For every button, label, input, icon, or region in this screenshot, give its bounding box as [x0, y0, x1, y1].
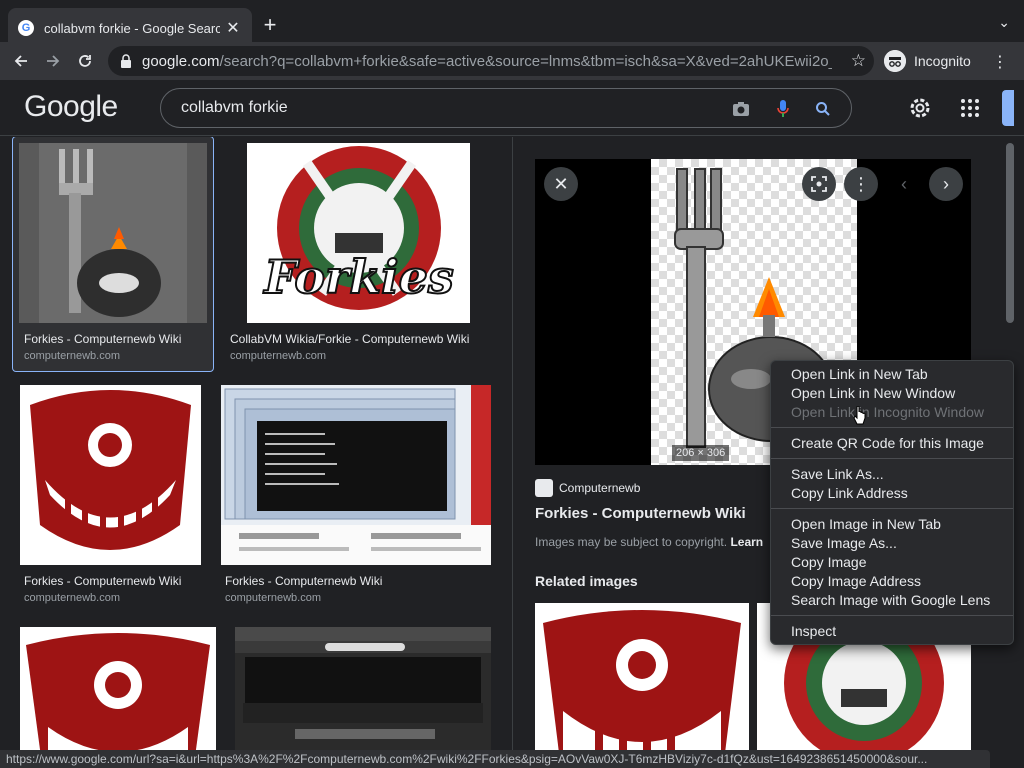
- mouse-cursor-icon: [853, 406, 866, 425]
- google-favicon-icon: G: [18, 20, 34, 36]
- windows-screenshot-thumbnail[interactable]: [221, 385, 491, 565]
- tab-title: collabvm forkie - Google Search: [44, 20, 220, 36]
- menu-separator: [771, 427, 1013, 428]
- preview-source-name[interactable]: Computernewb: [559, 481, 640, 495]
- context-menu-item[interactable]: Copy Image Address: [771, 572, 1013, 591]
- forward-arrow-icon[interactable]: [42, 50, 64, 72]
- related-image-thumbnail[interactable]: [535, 603, 749, 753]
- more-options-icon[interactable]: ⋮: [844, 167, 878, 201]
- learn-more-link[interactable]: Learn: [730, 535, 763, 549]
- menu-separator: [771, 615, 1013, 616]
- computernewb-favicon-icon: [535, 479, 553, 497]
- image-result-card[interactable]: Forkies - Computernewb Wiki computernewb…: [221, 385, 491, 610]
- url-host: google.com: [142, 52, 220, 70]
- copyright-notice: Images may be subject to copyright. Lear…: [535, 535, 763, 549]
- google-apps-grid-icon[interactable]: [960, 98, 980, 118]
- browser-toolbar: google.com/search?q=collabvm+forkie&safe…: [0, 42, 1024, 80]
- search-icon[interactable]: [813, 99, 833, 119]
- tab-strip: G collabvm forkie - Google Search ✕ + ⌄: [0, 0, 1024, 48]
- result-source: computernewb.com: [230, 350, 326, 362]
- image-result-card[interactable]: Forkies - Computernewb Wiki computernewb…: [20, 385, 210, 610]
- browser-menu-icon[interactable]: ⋮: [992, 52, 1008, 72]
- back-arrow-icon[interactable]: [10, 50, 32, 72]
- search-box[interactable]: collabvm forkie: [160, 88, 852, 128]
- previous-image-icon[interactable]: ‹: [887, 167, 921, 201]
- setup-screenshot-thumbnail[interactable]: [235, 627, 491, 753]
- reload-icon[interactable]: [74, 50, 96, 72]
- context-menu-item: Open Link in Incognito Window: [791, 404, 984, 420]
- context-menu-item[interactable]: Save Link As...: [771, 465, 1013, 484]
- microphone-icon[interactable]: [773, 99, 793, 119]
- preview-source[interactable]: Computernewb: [535, 479, 640, 497]
- context-menu-item[interactable]: Copy Link Address: [771, 484, 1013, 503]
- address-bar[interactable]: google.com/search?q=collabvm+forkie&safe…: [108, 46, 874, 76]
- scrollbar-thumb[interactable]: [1006, 143, 1014, 323]
- context-menu-item[interactable]: Open Link in New Tab: [771, 365, 1013, 384]
- close-preview-icon[interactable]: ✕: [544, 167, 578, 201]
- google-lens-icon[interactable]: [802, 167, 836, 201]
- next-image-icon[interactable]: ›: [929, 167, 963, 201]
- incognito-label: Incognito: [914, 53, 971, 69]
- tab-search-chevron-icon[interactable]: ⌄: [998, 14, 1010, 31]
- google-header: Google collabvm forkie: [0, 80, 1024, 136]
- bookmark-star-icon[interactable]: ☆: [851, 51, 866, 71]
- forkies-logo-thumbnail[interactable]: Forkies: [247, 143, 470, 323]
- related-images-heading: Related images: [535, 573, 638, 589]
- image-result-card[interactable]: Forkies CollabVM Wikia/Forkie - Computer…: [230, 143, 490, 373]
- context-menu-item[interactable]: Copy Image: [771, 553, 1013, 572]
- image-dimensions: 206 × 306: [672, 445, 730, 461]
- link-status-bar: https://www.google.com/url?sa=i&url=http…: [0, 750, 990, 768]
- result-source: computernewb.com: [225, 592, 321, 604]
- forkie-face-thumbnail[interactable]: [20, 385, 201, 565]
- lock-icon: [121, 54, 131, 68]
- forkie-face-thumbnail-partial[interactable]: [20, 627, 216, 753]
- result-caption[interactable]: Forkies - Computernewb Wiki: [24, 332, 210, 346]
- incognito-profile-button[interactable]: Incognito: [884, 46, 971, 76]
- result-caption[interactable]: Forkies - Computernewb Wiki: [24, 574, 210, 588]
- result-caption[interactable]: Forkies - Computernewb Wiki: [225, 574, 485, 588]
- sign-in-button[interactable]: [1002, 90, 1014, 126]
- result-caption[interactable]: CollabVM Wikia/Forkie - Computernewb Wik…: [230, 332, 485, 346]
- context-menu-item[interactable]: Open Image in New Tab: [771, 515, 1013, 534]
- result-source: computernewb.com: [24, 350, 120, 362]
- menu-separator: [771, 458, 1013, 459]
- context-menu-item[interactable]: Save Image As...: [771, 534, 1013, 553]
- menu-separator: [771, 508, 1013, 509]
- forkies-logo-text: Forkies: [262, 250, 454, 304]
- search-input[interactable]: collabvm forkie: [181, 99, 288, 117]
- context-menu-item[interactable]: Inspect: [771, 622, 1013, 641]
- forkie-thumbnail[interactable]: [19, 143, 207, 323]
- image-result-card[interactable]: [20, 627, 216, 753]
- result-source: computernewb.com: [24, 592, 120, 604]
- new-tab-icon[interactable]: +: [260, 12, 280, 38]
- incognito-icon: [884, 50, 906, 72]
- context-menu-item[interactable]: Create QR Code for this Image: [771, 434, 1013, 453]
- copyright-text: Images may be subject to copyright.: [535, 535, 728, 549]
- google-logo[interactable]: Google: [24, 90, 118, 124]
- context-menu: Open Link in New Tab Open Link in New Win…: [770, 360, 1014, 645]
- url-text: google.com/search?q=collabvm+forkie&safe…: [142, 53, 832, 70]
- tab-close-icon[interactable]: ✕: [224, 18, 242, 38]
- context-menu-item[interactable]: Open Link in New Window: [771, 384, 1013, 403]
- image-result-card[interactable]: [235, 627, 491, 753]
- url-path: /search?q=collabvm+forkie&safe=active&so…: [219, 52, 832, 70]
- context-menu-item[interactable]: Search Image with Google Lens: [771, 591, 1013, 610]
- image-results-grid: Forkies - Computernewb Wiki computernewb…: [0, 137, 512, 753]
- image-result-card[interactable]: Forkies - Computernewb Wiki computernewb…: [12, 137, 214, 372]
- preview-title[interactable]: Forkies - Computernewb Wiki: [535, 505, 746, 522]
- camera-icon[interactable]: [731, 99, 751, 119]
- settings-gear-icon[interactable]: [908, 96, 932, 120]
